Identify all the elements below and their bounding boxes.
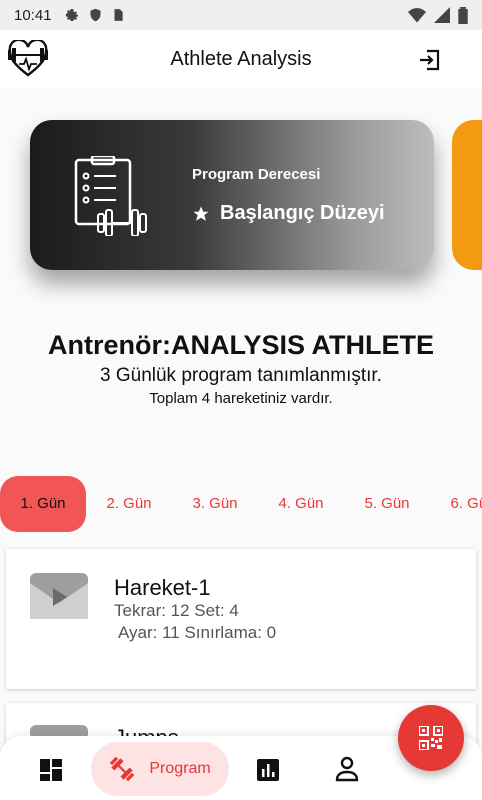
tab-day-5[interactable]: 5. Gün	[344, 476, 430, 532]
tab-day-3[interactable]: 3. Gün	[172, 476, 258, 532]
tab-day-2[interactable]: 2. Gün	[86, 476, 172, 532]
exercise-card[interactable]: Hareket-1 Tekrar: 12 Set: 4 Ayar: 11 Sın…	[6, 549, 476, 689]
program-level-label: Program Derecesi	[192, 166, 321, 183]
clipboard-dumbbell-icon	[74, 156, 147, 236]
program-level-value: Başlangıç Düzeyi	[220, 202, 385, 224]
profile-icon[interactable]	[335, 756, 359, 782]
next-program-card[interactable]	[452, 120, 482, 270]
page-title: Athlete Analysis	[170, 47, 312, 70]
star-icon	[193, 206, 209, 221]
app-bar: Athlete Analysis	[0, 30, 482, 88]
program-icon	[110, 756, 135, 782]
nav-program-label: Program	[149, 760, 211, 777]
tab-day-4[interactable]: 4. Gün	[258, 476, 344, 532]
qr-scan-button[interactable]	[398, 705, 464, 771]
program-info: Antrenör:ANALYSIS ATHLETE 3 Günlük progr…	[0, 330, 482, 407]
program-moves-text: Toplam 4 hareketiniz vardır.	[149, 390, 333, 407]
trainer-name: Antrenör:ANALYSIS ATHLETE	[47, 330, 434, 360]
day-tabs: 1. Gün 2. Gün 3. Gün 4. Gün 5. Gün 6. Gü…	[0, 476, 482, 532]
exercise-name: Hareket-1	[114, 575, 211, 600]
tab-day-6[interactable]: 6. Gün	[430, 476, 482, 532]
program-level: Başlangıç Düzeyi	[192, 202, 385, 225]
dashboard-icon[interactable]	[39, 758, 63, 782]
gear-icon	[65, 9, 78, 21]
heart-dumbbell-logo	[8, 40, 48, 77]
program-level-card[interactable]: Program Derecesi Başlangıç Düzeyi	[30, 120, 434, 270]
stats-icon[interactable]	[256, 758, 280, 782]
sd-card-icon	[114, 9, 123, 21]
nav-program-button[interactable]: Program	[91, 742, 229, 796]
program-carousel[interactable]: Program Derecesi Başlangıç Düzeyi	[0, 88, 482, 310]
video-thumbnail-icon[interactable]	[30, 573, 88, 619]
battery-icon	[458, 6, 468, 24]
tab-day-1[interactable]: 1. Gün	[0, 476, 86, 532]
logout-icon[interactable]	[418, 48, 442, 72]
status-bar: 10:41	[0, 0, 482, 30]
exercise-weight-limit: Ayar: 11 Sınırlama: 0	[118, 623, 277, 642]
signal-icon	[434, 7, 450, 23]
shield-icon	[90, 8, 101, 22]
exercise-reps-sets: Tekrar: 12 Set: 4	[114, 601, 239, 620]
program-days-text: 3 Günlük program tanımlanmıştır.	[100, 365, 382, 386]
wifi-icon	[408, 8, 426, 23]
status-time: 10:41	[14, 6, 52, 24]
qr-code-icon	[419, 726, 443, 750]
